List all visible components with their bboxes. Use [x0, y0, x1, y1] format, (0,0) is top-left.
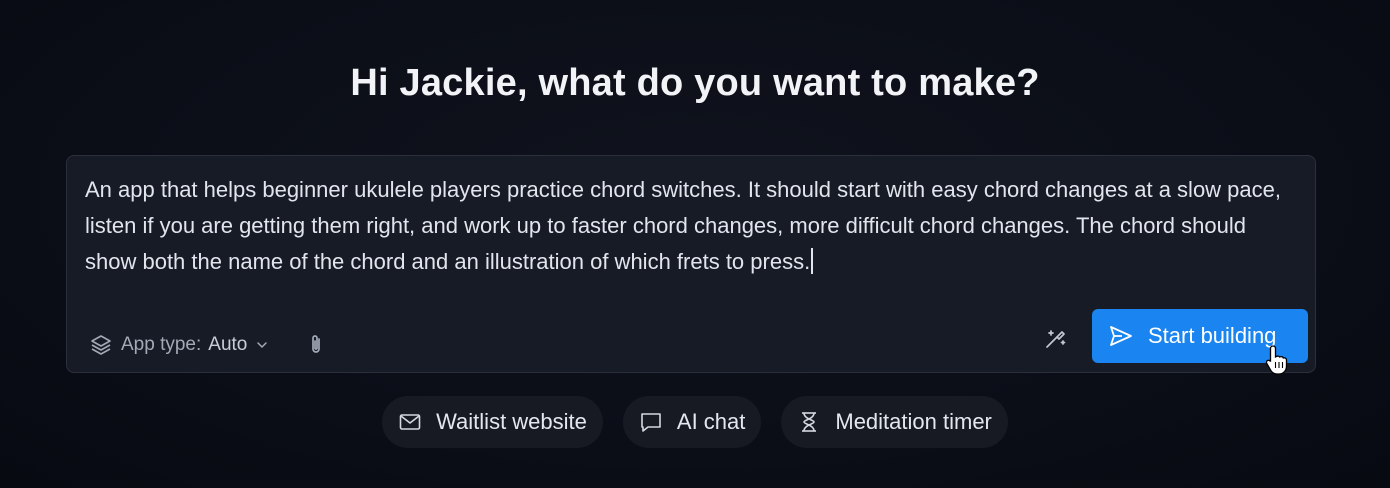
suggestion-chip-meditation-timer[interactable]: Meditation timer [781, 396, 1008, 448]
suggestion-chip-label: Meditation timer [835, 409, 992, 434]
page-title: Hi Jackie, what do you want to make? [350, 62, 1040, 104]
chevron-down-icon [257, 342, 268, 349]
chat-bubble-icon [641, 413, 661, 432]
suggestion-chip-label: Waitlist website [436, 409, 587, 434]
suggestion-chip-ai-chat[interactable]: AI chat [622, 396, 762, 448]
text-caret [811, 248, 814, 274]
app-type-label: App type: [121, 334, 202, 355]
app-type-value: Auto [208, 334, 248, 355]
magic-wand-icon [1046, 330, 1066, 348]
suggestion-chip-label: AI chat [676, 409, 746, 434]
prompt-input-box[interactable]: An app that helps beginner ukulele playe… [66, 155, 1316, 373]
prompt-textarea[interactable]: An app that helps beginner ukulele playe… [85, 172, 1295, 280]
app-page: Hi Jackie, what do you want to make? An … [0, 0, 1390, 488]
layers-icon [91, 335, 111, 355]
mail-icon [399, 414, 421, 430]
prompt-text: An app that helps beginner ukulele playe… [85, 177, 1282, 274]
start-building-label: Start building [1148, 323, 1277, 348]
hourglass-icon [802, 412, 817, 432]
enhance-prompt-button[interactable] [1042, 324, 1070, 352]
send-icon [1110, 326, 1132, 346]
pointer-hand-icon [1265, 345, 1288, 375]
paperclip-icon[interactable] [305, 333, 327, 357]
suggestion-chips: Waitlist website AI chat Meditation time… [0, 396, 1390, 448]
app-type-selector[interactable]: App type: Auto [89, 332, 327, 358]
suggestion-chip-waitlist-website[interactable]: Waitlist website [382, 396, 603, 448]
